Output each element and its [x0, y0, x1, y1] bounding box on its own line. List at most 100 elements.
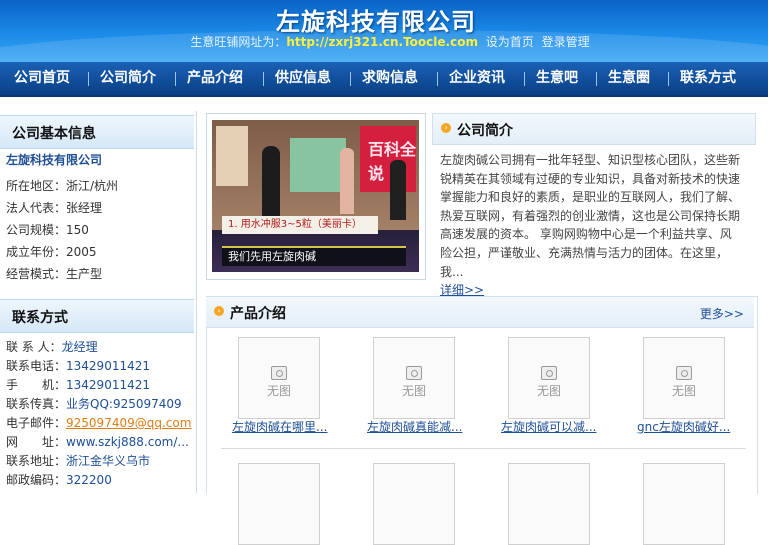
no-image-label: 无图	[266, 384, 291, 398]
product-thumbnail[interactable]: 无图	[238, 337, 320, 419]
shop-url-prefix: 生意旺铺网址为：	[190, 35, 287, 49]
product-thumbnail[interactable]	[508, 463, 590, 545]
photo-show-logo: 百科全说	[360, 126, 416, 192]
sidebar-company-name[interactable]: 左旋科技有限公司	[6, 151, 102, 168]
image-placeholder-icon	[676, 366, 692, 380]
contact-row-address: 联系地址：浙江金华义乌市	[6, 452, 150, 469]
contact-row-postcode: 邮政编码：322200	[6, 471, 112, 488]
photo-whiteboard	[290, 138, 346, 192]
photo-person	[262, 146, 280, 216]
no-image-label: 无图	[671, 384, 696, 398]
info-label: 法人代表：	[6, 201, 67, 215]
photo-caption-top: 1. 用水冲服3~5粒（美丽卡）	[222, 216, 378, 234]
contact-row-phone: 联系电话：13429011421	[6, 357, 150, 374]
nav-separator	[175, 72, 176, 86]
nav-item-about[interactable]: 公司简介	[100, 62, 156, 95]
contact-label: 电子邮件：	[6, 416, 67, 430]
nav-item-products[interactable]: 产品介绍	[187, 62, 243, 95]
photo-person	[390, 160, 406, 220]
products-more-link[interactable]: 更多>>	[700, 305, 744, 322]
company-photo[interactable]: 百科全说 1. 用水冲服3~5粒（美丽卡） 我们先用左旋肉碱	[212, 120, 419, 272]
products-header: › 产品介绍 更多>>	[206, 296, 754, 328]
website-link[interactable]: www.szkj888.com/...	[66, 435, 189, 449]
contact-label: 邮政编码：	[6, 473, 67, 487]
contact-header: 联系方式	[0, 299, 194, 333]
main-nav: 公司首页 公司简介 产品介绍 供应信息 求购信息 企业资讯 生意吧 生意圈 联系…	[0, 62, 768, 97]
contact-value: 322200	[66, 473, 112, 487]
info-row-founded: 成立年份：2005	[6, 243, 97, 260]
contact-value: 浙江金华义乌市	[66, 454, 151, 468]
image-placeholder-icon	[271, 366, 287, 380]
contact-label: 联系地址：	[6, 454, 67, 468]
photo-window	[216, 126, 248, 186]
no-image-label: 无图	[536, 384, 561, 398]
nav-separator	[668, 72, 669, 86]
basic-info-header: 公司基本信息	[0, 115, 194, 149]
nav-separator	[437, 72, 438, 86]
nav-separator	[263, 72, 264, 86]
product-thumbnail[interactable]: 无图	[373, 337, 455, 419]
set-homepage-link[interactable]: 设为首页	[486, 35, 534, 49]
nav-item-supply[interactable]: 供应信息	[275, 62, 331, 95]
info-value: 张经理	[66, 201, 103, 215]
nav-item-home[interactable]: 公司首页	[14, 62, 70, 95]
nav-item-purchase[interactable]: 求购信息	[362, 62, 418, 95]
contact-row-website: 网 址：www.szkj888.com/...	[6, 433, 189, 450]
info-label: 所在地区：	[6, 179, 67, 193]
product-name-link[interactable]: 左旋肉碱可以减...	[501, 418, 596, 435]
product-name-link[interactable]: 左旋肉碱在哪里...	[232, 418, 327, 435]
login-manage-link[interactable]: 登录管理	[542, 35, 590, 49]
product-name-link[interactable]: 左旋肉碱真能减...	[367, 418, 462, 435]
contact-row-person: 联 系 人：龙经理	[6, 338, 98, 355]
products-title: 产品介绍	[230, 306, 286, 322]
nav-item-news[interactable]: 企业资讯	[449, 62, 505, 95]
image-placeholder-icon	[541, 366, 557, 380]
image-placeholder-icon	[406, 366, 422, 380]
info-label: 成立年份：	[6, 245, 67, 259]
arrow-bullet-icon: ›	[214, 306, 224, 316]
company-title: 左旋科技有限公司	[276, 8, 476, 36]
contact-label: 联系电话：	[6, 359, 67, 373]
info-value: 生产型	[66, 267, 103, 281]
nav-separator	[88, 72, 89, 86]
contact-row-fax: 联系传真：业务QQ:925097409	[6, 395, 182, 412]
product-thumbnail[interactable]	[238, 463, 320, 545]
info-row-legal-rep: 法人代表：张经理	[6, 199, 102, 216]
intro-text-block: 左旋肉碱公司拥有一批年轻型、知识型核心团队，这些新锐精英在其领域有过硬的专业知识…	[440, 151, 742, 300]
contact-row-mobile: 手 机：13429011421	[6, 376, 150, 393]
nav-item-contact[interactable]: 联系方式	[680, 62, 736, 95]
photo-person	[340, 148, 354, 214]
nav-separator	[524, 72, 525, 86]
nav-item-business-circle[interactable]: 生意圈	[608, 62, 650, 95]
product-thumbnail[interactable]	[643, 463, 725, 545]
shop-url-link[interactable]: http://zxrj321.cn.Toocle.com	[286, 35, 478, 49]
nav-separator	[596, 72, 597, 86]
nav-item-business-bar[interactable]: 生意吧	[536, 62, 578, 95]
info-row-scale: 公司规模：150	[6, 221, 89, 238]
product-thumbnail[interactable]	[373, 463, 455, 545]
info-label: 经营模式：	[6, 267, 67, 281]
intro-text: 左旋肉碱公司拥有一批年轻型、知识型核心团队，这些新锐精英在其领域有过硬的专业知识…	[440, 153, 741, 279]
nav-separator	[350, 72, 351, 86]
basic-info-title: 公司基本信息	[12, 126, 96, 142]
info-row-business-model: 经营模式：生产型	[6, 265, 102, 282]
contact-label: 手 机：	[6, 378, 67, 392]
contact-row-email: 电子邮件：925097409@qq.com	[6, 414, 191, 431]
contact-value: 13429011421	[66, 378, 150, 392]
photo-caption-bottom: 我们先用左旋肉碱	[222, 246, 406, 266]
product-row-divider	[221, 448, 746, 449]
contact-label: 联 系 人：	[6, 340, 62, 354]
intro-header: › 公司简介	[432, 113, 756, 145]
intro-title: 公司简介	[457, 123, 513, 139]
product-thumbnail[interactable]: 无图	[643, 337, 725, 419]
info-row-region: 所在地区：浙江/杭州	[6, 177, 118, 194]
email-link[interactable]: 925097409@qq.com	[66, 416, 191, 430]
contact-label: 网 址：	[6, 435, 67, 449]
info-value: 浙江/杭州	[66, 179, 119, 193]
contact-label: 联系传真：	[6, 397, 67, 411]
contact-value: 13429011421	[66, 359, 150, 373]
product-thumbnail[interactable]: 无图	[508, 337, 590, 419]
product-name-link[interactable]: gnc左旋肉碱好...	[637, 418, 730, 435]
products-panel: › 产品介绍 更多>> 无图 无图 无图 无图 左旋肉碱在哪里... 左旋肉碱真…	[206, 296, 758, 545]
left-sidebar: 公司基本信息 左旋科技有限公司 所在地区：浙江/杭州 法人代表：张经理 公司规模…	[0, 111, 197, 493]
